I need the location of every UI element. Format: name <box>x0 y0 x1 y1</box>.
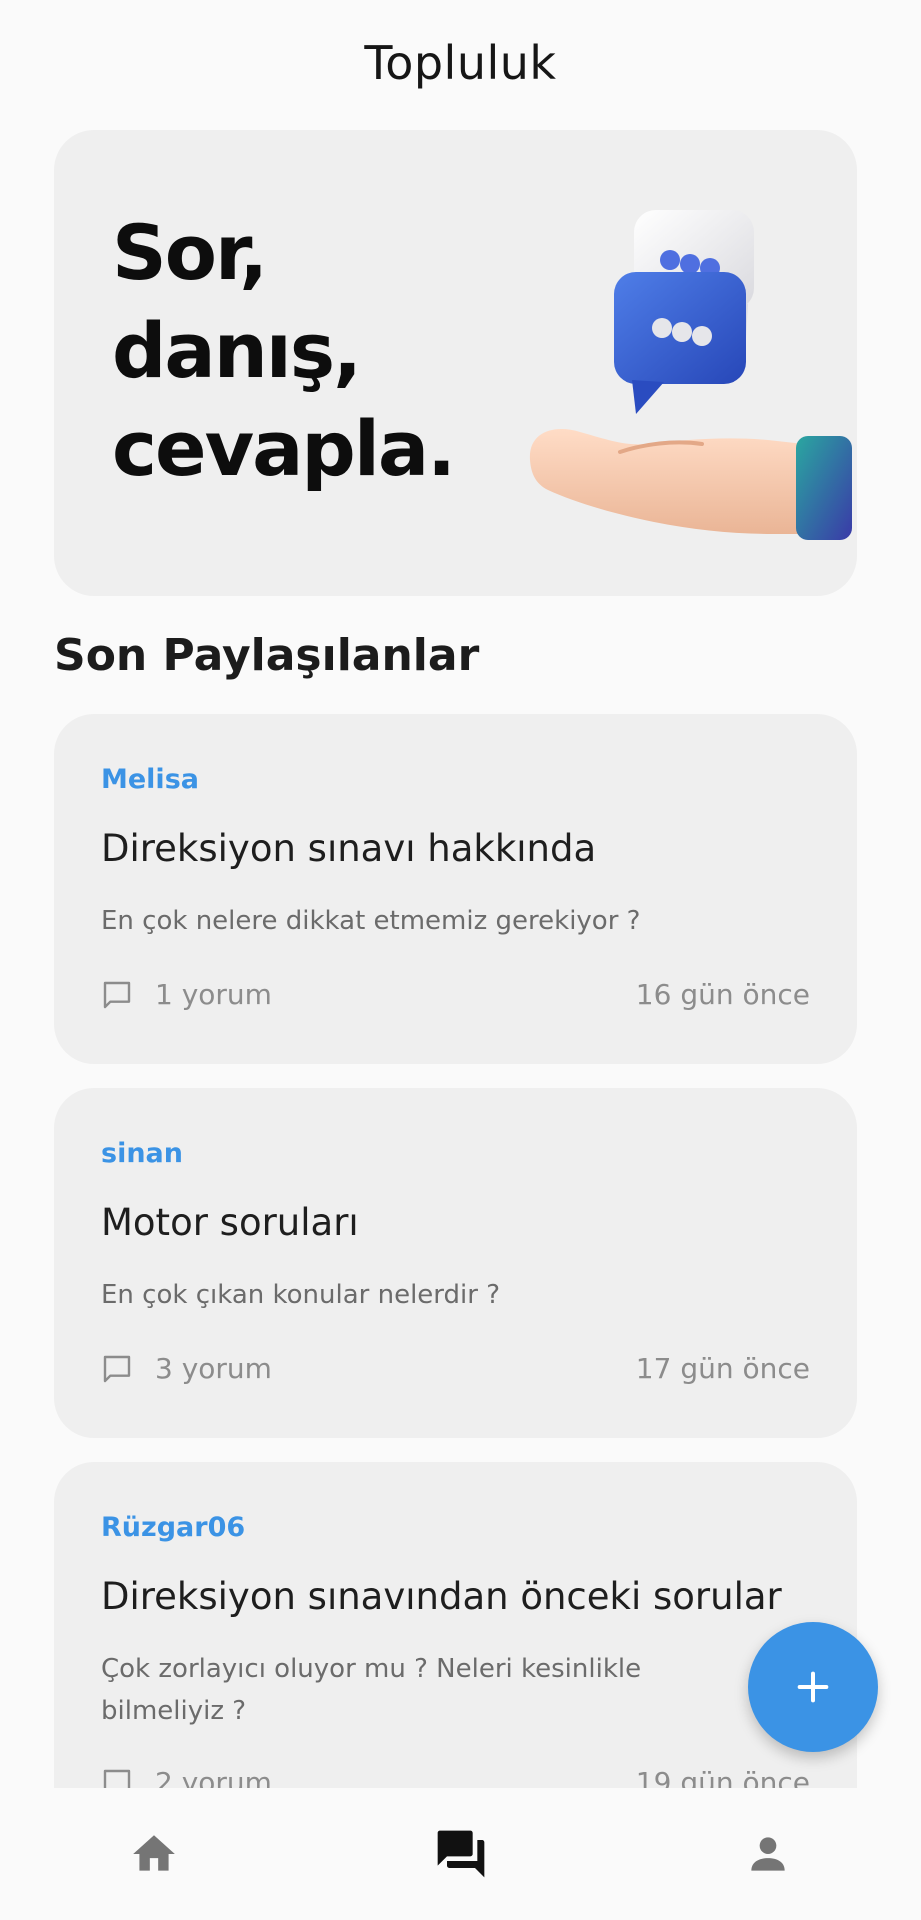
post-footer: 1 yorum 16 gün önce <box>101 978 810 1011</box>
person-icon <box>750 1837 785 1871</box>
bottom-navigation <box>0 1788 921 1920</box>
nav-forum[interactable] <box>381 1804 541 1904</box>
comment-count[interactable]: 2 yorum <box>101 1766 272 1788</box>
hero-line-2: danış, <box>112 306 362 395</box>
post-card[interactable]: Melisa Direksiyon sınavı hakkında En çok… <box>54 714 857 1064</box>
comment-icon <box>103 1769 131 1788</box>
nav-profile[interactable] <box>688 1804 848 1904</box>
post-time: 16 gün önce <box>635 978 810 1011</box>
post-body: Çok zorlayıcı oluyor mu ? Neleri kesinli… <box>101 1654 642 1726</box>
post-body: En çok çıkan konular nelerdir ? <box>101 1280 501 1310</box>
hero-slogan: Sor, danış, cevapla. <box>112 204 456 498</box>
post-footer: 3 yorum 17 gün önce <box>101 1352 810 1385</box>
hero-line-1: Sor, <box>112 208 268 297</box>
post-title: Direksiyon sınavından önceki sorular <box>101 1575 782 1618</box>
post-body: En çok nelere dikkat etmemiz gerekiyor ? <box>101 906 641 936</box>
post-footer: 2 yorum 19 gün önce <box>101 1766 810 1788</box>
post-time: 17 gün önce <box>635 1352 810 1385</box>
comment-icon <box>103 981 131 1008</box>
home-icon <box>132 1835 175 1871</box>
post-title: Direksiyon sınavı hakkında <box>101 827 597 870</box>
comment-count-label: 3 yorum <box>155 1352 272 1385</box>
forum-icon <box>437 1830 484 1878</box>
chat-bubbles-hand-icon <box>529 210 852 540</box>
comment-count-label: 1 yorum <box>155 978 272 1011</box>
hero-banner: Sor, danış, cevapla. <box>54 130 857 596</box>
community-feed[interactable]: Sor, danış, cevapla. Son Paylaşılanlar M… <box>0 126 921 1788</box>
post-card[interactable]: Rüzgar06 Direksiyon sınavından önceki so… <box>54 1462 857 1788</box>
app-bar: Topluluk <box>0 0 921 126</box>
hero-line-3: cevapla. <box>112 404 456 493</box>
section-title-recent: Son Paylaşılanlar <box>54 630 480 681</box>
comment-count[interactable]: 3 yorum <box>101 1352 272 1385</box>
page-title: Topluluk <box>364 36 557 90</box>
comment-count-label: 2 yorum <box>155 1766 272 1788</box>
new-post-button[interactable] <box>748 1622 878 1752</box>
post-author[interactable]: sinan <box>101 1138 183 1169</box>
nav-home[interactable] <box>74 1804 234 1904</box>
post-card[interactable]: sinan Motor soruları En çok çıkan konula… <box>54 1088 857 1438</box>
post-author[interactable]: Melisa <box>101 764 199 795</box>
comment-count[interactable]: 1 yorum <box>101 978 272 1011</box>
post-title: Motor soruları <box>101 1201 359 1244</box>
post-author[interactable]: Rüzgar06 <box>101 1512 245 1543</box>
post-time: 19 gün önce <box>635 1766 810 1788</box>
plus-icon <box>797 1671 829 1703</box>
comment-icon <box>103 1355 131 1382</box>
